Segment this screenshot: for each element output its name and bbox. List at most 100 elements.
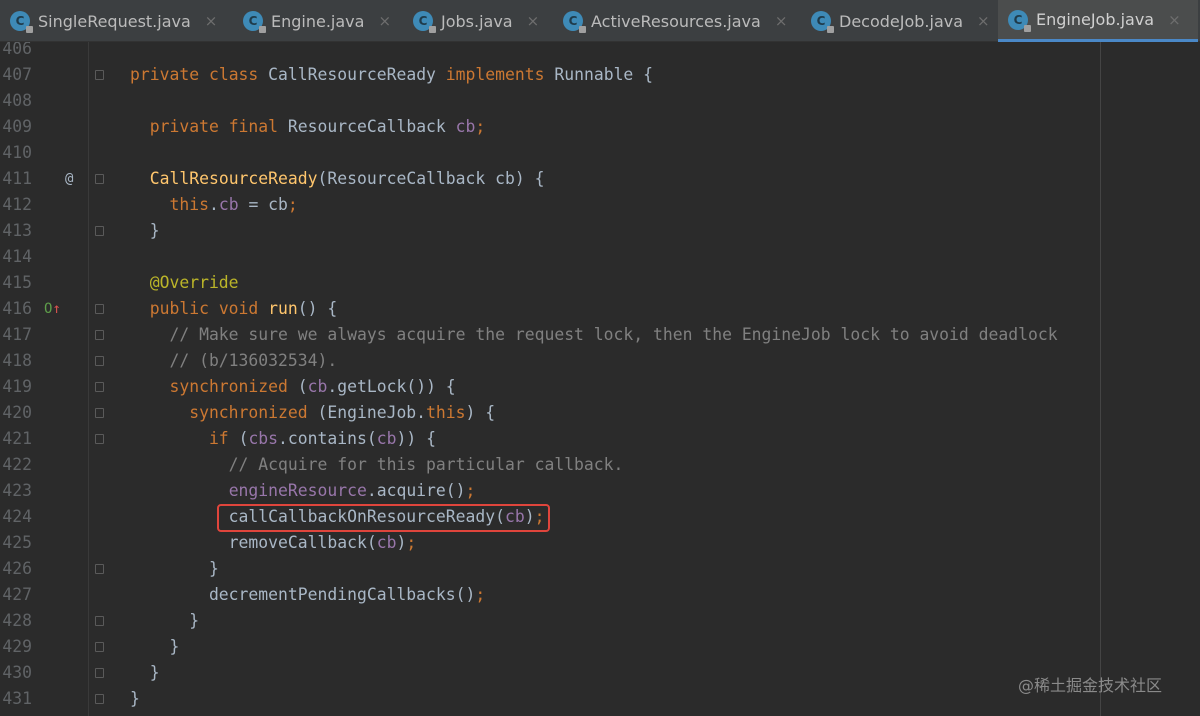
close-icon[interactable]: ×	[378, 12, 391, 30]
code-token: ;	[475, 585, 486, 604]
code-line[interactable]: 424 callCallbackOnResourceReady(cb);	[0, 504, 1200, 530]
fold-marker-icon[interactable]	[95, 304, 104, 314]
code-token: cbs	[248, 429, 279, 448]
code-token: .acquire()	[366, 481, 466, 500]
close-icon[interactable]: ×	[205, 12, 218, 30]
code-text: private final ResourceCallback cb;	[130, 114, 486, 140]
line-number: 423	[2, 481, 32, 500]
fold-marker-icon[interactable]	[95, 408, 104, 418]
close-icon[interactable]: ×	[775, 12, 788, 30]
close-icon[interactable]: ×	[977, 12, 990, 30]
code-line[interactable]: 427 decrementPendingCallbacks();	[0, 582, 1200, 608]
code-line[interactable]: 418 // (b/136032534).	[0, 348, 1200, 374]
tab-engine[interactable]: C Engine.java ×	[233, 0, 398, 42]
line-number: 420	[2, 403, 32, 422]
code-token: }	[130, 637, 180, 656]
code-line[interactable]: 417 // Make sure we always acquire the r…	[0, 322, 1200, 348]
code-token: // (b/136032534).	[130, 351, 338, 370]
code-token: () {	[297, 299, 338, 318]
line-number: 429	[2, 637, 32, 656]
code-line[interactable]: 421 if (cbs.contains(cb)) {	[0, 426, 1200, 452]
fold-marker-icon[interactable]	[95, 174, 104, 184]
fold-marker-icon[interactable]	[95, 356, 104, 366]
override-marker-icon[interactable]: O↑	[44, 296, 61, 322]
code-line[interactable]: 413 }	[0, 218, 1200, 244]
close-icon[interactable]: ×	[1168, 11, 1181, 29]
code-line[interactable]: 412 this.cb = cb;	[0, 192, 1200, 218]
code-line[interactable]: 408	[0, 88, 1200, 114]
code-line[interactable]: 410	[0, 140, 1200, 166]
code-token: cb	[455, 117, 476, 136]
fold-marker-icon[interactable]	[95, 70, 104, 80]
code-token: class	[208, 65, 269, 84]
code-token: private	[130, 65, 209, 84]
code-line[interactable]: 429 }	[0, 634, 1200, 660]
code-line[interactable]: 422 // Acquire for this particular callb…	[0, 452, 1200, 478]
code-line[interactable]: 409 private final ResourceCallback cb;	[0, 114, 1200, 140]
code-token: ;	[475, 117, 486, 136]
code-token: (	[297, 377, 308, 396]
code-token: synchronized	[130, 377, 298, 396]
tab-label: ActiveResources.java	[591, 11, 761, 31]
implements-marker-icon[interactable]: @	[65, 166, 73, 192]
code-text: this.cb = cb;	[130, 192, 298, 218]
close-icon[interactable]: ×	[527, 12, 540, 30]
tab-decodejob[interactable]: C DecodeJob.java ×	[801, 0, 996, 42]
code-token: .contains(	[278, 429, 377, 448]
code-text: private class CallResourceReady implemen…	[130, 62, 653, 88]
fold-marker-icon[interactable]	[95, 564, 104, 574]
code-line[interactable]: 416 O↑ public void run() {	[0, 296, 1200, 322]
line-number: 427	[2, 585, 32, 604]
code-text: synchronized (EngineJob.this) {	[130, 400, 495, 426]
code-text: }	[130, 608, 199, 634]
java-class-icon: C	[243, 11, 266, 33]
line-number: 408	[2, 91, 32, 110]
tab-activeresources[interactable]: C ActiveResources.java ×	[553, 0, 796, 42]
code-line[interactable]: 407 private class CallResourceReady imple…	[0, 62, 1200, 88]
tab-label: SingleRequest.java	[38, 11, 191, 31]
fold-marker-icon[interactable]	[95, 226, 104, 236]
code-line[interactable]: 420 synchronized (EngineJob.this) {	[0, 400, 1200, 426]
code-token: final	[228, 117, 288, 136]
java-class-icon: C	[811, 11, 834, 33]
tab-singlerequest[interactable]: C SingleRequest.java ×	[0, 0, 228, 42]
code-line[interactable]: 425 removeCallback(cb);	[0, 530, 1200, 556]
code-line[interactable]: 414	[0, 244, 1200, 270]
code-token: }	[130, 663, 160, 682]
fold-marker-icon[interactable]	[95, 642, 104, 652]
fold-marker-icon[interactable]	[95, 434, 104, 444]
tab-label: DecodeJob.java	[839, 11, 964, 31]
fold-marker-icon[interactable]	[95, 668, 104, 678]
code-token: cb	[376, 533, 397, 552]
tab-jobs[interactable]: C Jobs.java ×	[403, 0, 548, 42]
java-class-icon: C	[413, 11, 436, 33]
code-token: = cb	[238, 195, 288, 214]
code-token: CallResourceReady	[149, 169, 318, 188]
code-token: .	[208, 195, 219, 214]
line-number: 411	[2, 169, 32, 188]
java-class-icon: C	[10, 11, 33, 33]
fold-marker-icon[interactable]	[95, 330, 104, 340]
code-text: engineResource.acquire();	[130, 478, 476, 504]
fold-marker-icon[interactable]	[95, 382, 104, 392]
fold-marker-icon[interactable]	[95, 616, 104, 626]
tab-enginejob[interactable]: C EngineJob.java ×	[998, 0, 1198, 42]
code-token: cb	[376, 429, 397, 448]
code-token: void	[218, 299, 269, 318]
code-token: )	[396, 533, 407, 552]
code-line[interactable]: 423 engineResource.acquire();	[0, 478, 1200, 504]
code-line[interactable]: 419 synchronized (cb.getLock()) {	[0, 374, 1200, 400]
code-token: implements	[445, 65, 555, 84]
fold-marker-icon[interactable]	[95, 694, 104, 704]
line-number: 410	[2, 143, 32, 162]
code-text: @Override	[130, 270, 239, 296]
code-token: ;	[287, 195, 298, 214]
code-token: ;	[406, 533, 417, 552]
code-token: // Acquire for this particular callback.	[130, 455, 624, 474]
code-line[interactable]: 426 }	[0, 556, 1200, 582]
code-line[interactable]: 411 @ CallResourceReady(ResourceCallback …	[0, 166, 1200, 192]
code-line[interactable]: 428 }	[0, 608, 1200, 634]
code-line[interactable]: 415 @Override	[0, 270, 1200, 296]
code-text: // Make sure we always acquire the reque…	[130, 322, 1057, 348]
